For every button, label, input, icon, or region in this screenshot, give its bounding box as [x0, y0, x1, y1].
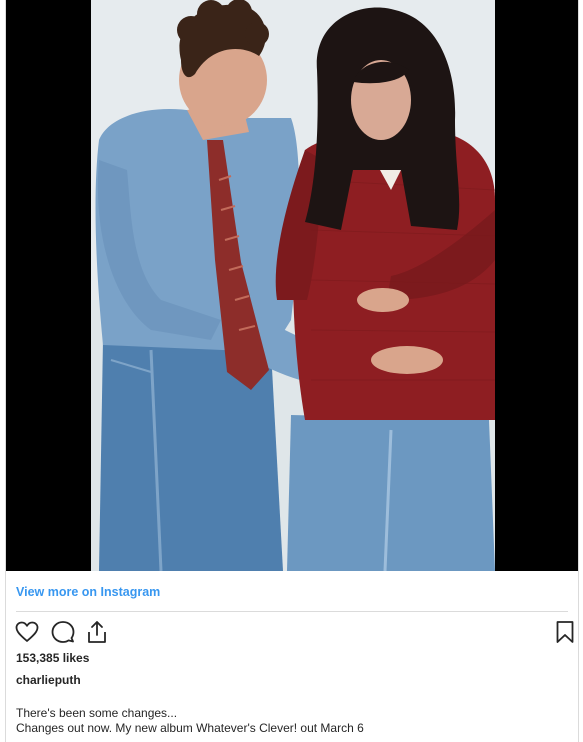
bookmark-icon[interactable]	[552, 619, 578, 645]
post-photo	[91, 0, 495, 571]
heart-icon[interactable]	[14, 619, 40, 645]
divider	[16, 611, 568, 612]
post-username[interactable]: charlieputh	[16, 673, 81, 687]
action-bar	[14, 619, 574, 645]
share-icon[interactable]	[84, 619, 110, 645]
post-media[interactable]	[6, 0, 578, 571]
caption-line: There's been some changes...	[16, 706, 178, 720]
post-caption: There's been some changes... Changes out…	[16, 706, 364, 736]
caption-line: Changes out now. My new album Whatever's…	[16, 721, 364, 735]
comment-icon[interactable]	[50, 619, 76, 645]
likes-count[interactable]: 153,385 likes	[16, 651, 89, 665]
view-more-link[interactable]: View more on Instagram	[16, 585, 160, 599]
instagram-embed: View more on Instagram 153,385 likes cha…	[5, 0, 579, 742]
